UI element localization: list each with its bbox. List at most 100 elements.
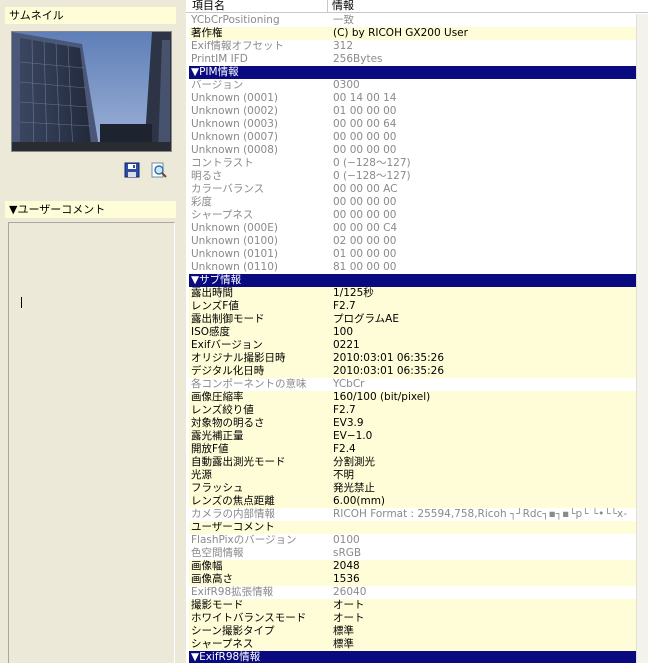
table-row[interactable]: 彩度 00 00 00 00: [189, 196, 636, 209]
table-row[interactable]: シーン撮影タイプ 標準: [189, 625, 636, 638]
row-name: 著作権: [191, 27, 223, 39]
table-row[interactable]: カメラの内部情報 RICOH Format : 25594,758,Ricoh ┐…: [189, 508, 636, 521]
table-row[interactable]: 撮影モード オート: [189, 599, 636, 612]
row-name: 露出時間: [191, 287, 233, 299]
section-header-row[interactable]: ▼サブ情報: [189, 274, 636, 287]
table-row[interactable]: Unknown (0110) 81 00 00 00: [189, 261, 636, 274]
table-row[interactable]: Unknown (0002) 01 00 00 00: [189, 105, 636, 118]
row-value: RICOH Format : 25594,758,Ricoh ┐┘Rdc┐▪┐▪…: [333, 508, 628, 520]
row-name: 彩度: [191, 196, 212, 208]
row-name: レンズの焦点距離: [191, 495, 275, 507]
row-name: Unknown (0007): [191, 131, 278, 143]
table-row[interactable]: デジタル化日時 2010:03:01 06:35:26: [189, 365, 636, 378]
table-row[interactable]: Unknown (0101) 01 00 00 00: [189, 248, 636, 261]
table-row[interactable]: Exifバージョン 0221: [189, 339, 636, 352]
preview-button[interactable]: [151, 162, 167, 178]
table-row[interactable]: コントラスト 0 (−128〜127): [189, 157, 636, 170]
section-header-row[interactable]: ▼ExifR98情報: [189, 651, 636, 663]
table-row[interactable]: フラッシュ 発光禁止: [189, 482, 636, 495]
table-row[interactable]: バージョン 0300: [189, 79, 636, 92]
row-name: オリジナル撮影日時: [191, 352, 286, 364]
column-divider[interactable]: [327, 0, 328, 13]
row-value: 00 00 00 AC: [333, 183, 398, 195]
row-value: オート: [333, 612, 365, 624]
row-name: Unknown (0002): [191, 105, 278, 117]
table-row[interactable]: PrintIM IFD 256Bytes: [189, 53, 636, 66]
row-name: ▼PIM情報: [191, 66, 239, 78]
row-value: 00 00 00 C4: [333, 222, 398, 234]
table-row[interactable]: 画像圧縮率 160/100 (bit/pixel): [189, 391, 636, 404]
table-row[interactable]: Unknown (0100) 02 00 00 00: [189, 235, 636, 248]
vertical-scrollbar[interactable]: [636, 14, 648, 663]
row-name: 画像幅: [191, 560, 223, 572]
table-row[interactable]: 自動露出測光モード 分割測光: [189, 456, 636, 469]
table-row[interactable]: FlashPixのバージョン 0100: [189, 534, 636, 547]
table-row[interactable]: Exif情報オフセット 312: [189, 40, 636, 53]
table-row[interactable]: 画像幅 2048: [189, 560, 636, 573]
table-row[interactable]: 各コンポーネントの意味 YCbCr: [189, 378, 636, 391]
section-header-row[interactable]: ▼PIM情報: [189, 66, 636, 79]
row-value: 標準: [333, 638, 354, 650]
row-name: 明るさ: [191, 170, 223, 182]
column-header-name[interactable]: 項目名: [192, 0, 225, 12]
table-row[interactable]: Unknown (0001) 00 14 00 14: [189, 92, 636, 105]
row-name: Unknown (000E): [191, 222, 278, 234]
table-row[interactable]: オリジナル撮影日時 2010:03:01 06:35:26: [189, 352, 636, 365]
table-row[interactable]: 色空間情報 sRGB: [189, 547, 636, 560]
row-name: 撮影モード: [191, 599, 244, 611]
table-row[interactable]: レンズの焦点距離 6.00(mm): [189, 495, 636, 508]
row-name: 対象物の明るさ: [191, 417, 265, 429]
table-row[interactable]: シャープネス 00 00 00 00: [189, 209, 636, 222]
table-row[interactable]: ホワイトバランスモード オート: [189, 612, 636, 625]
table-row[interactable]: Unknown (0007) 00 00 00 00: [189, 131, 636, 144]
row-name: 色空間情報: [191, 547, 244, 559]
table-row[interactable]: 露出時間 1/125秒: [189, 287, 636, 300]
table-row[interactable]: 画像高さ 1536: [189, 573, 636, 586]
row-value: EV−1.0: [333, 430, 373, 442]
table-row[interactable]: シャープネス 標準: [189, 638, 636, 651]
table-row[interactable]: Unknown (000E) 00 00 00 C4: [189, 222, 636, 235]
table-row[interactable]: 著作権 (C) by RICOH GX200 User: [189, 27, 636, 40]
row-name: Unknown (0008): [191, 144, 278, 156]
floppy-disk-icon: [124, 162, 140, 178]
row-name: Exif情報オフセット: [191, 40, 284, 52]
row-value: F2.7: [333, 300, 356, 312]
table-row[interactable]: 明るさ 0 (−128〜127): [189, 170, 636, 183]
row-value: 0100: [333, 534, 360, 546]
row-value: YCbCr: [333, 378, 365, 390]
table-row[interactable]: Unknown (0008) 00 00 00 00: [189, 144, 636, 157]
row-value: 0 (−128〜127): [333, 157, 411, 169]
row-name: 露出制御モード: [191, 313, 265, 325]
save-button[interactable]: [124, 162, 140, 178]
thumbnail-header: サムネイル: [5, 7, 176, 24]
row-name: PrintIM IFD: [191, 53, 248, 65]
table-row[interactable]: 露光補正量 EV−1.0: [189, 430, 636, 443]
table-header: 項目名 情報: [186, 0, 648, 13]
text-caret: [21, 297, 22, 308]
table-row[interactable]: Unknown (0003) 00 00 00 64: [189, 118, 636, 131]
table-row[interactable]: レンズF値 F2.7: [189, 300, 636, 313]
column-header-info[interactable]: 情報: [332, 0, 354, 12]
table-row[interactable]: レンズ絞り値 F2.7: [189, 404, 636, 417]
row-value: 00 00 00 00: [333, 196, 397, 208]
table-row[interactable]: 露出制御モード プログラムAE: [189, 313, 636, 326]
table-row[interactable]: ユーザーコメント: [189, 521, 636, 534]
table-row[interactable]: カラーバランス 00 00 00 AC: [189, 183, 636, 196]
row-name: ユーザーコメント: [191, 521, 275, 533]
user-comment-textarea[interactable]: [8, 222, 175, 663]
row-name: ExifR98拡張情報: [191, 586, 274, 598]
magnifier-page-icon: [151, 162, 167, 178]
row-value: 2010:03:01 06:35:26: [333, 352, 445, 364]
table-row[interactable]: 光源 不明: [189, 469, 636, 482]
row-name: YCbCrPositioning: [191, 14, 280, 26]
row-value: 0 (−128〜127): [333, 170, 411, 182]
table-row[interactable]: YCbCrPositioning 一致: [189, 14, 636, 27]
row-value: 01 00 00 00: [333, 248, 397, 260]
table-row[interactable]: 対象物の明るさ EV3.9: [189, 417, 636, 430]
table-row[interactable]: 開放F値 F2.4: [189, 443, 636, 456]
table-row[interactable]: ExifR98拡張情報 26040: [189, 586, 636, 599]
row-name: シャープネス: [191, 209, 254, 221]
row-value: 81 00 00 00: [333, 261, 397, 273]
row-value: 2048: [333, 560, 360, 572]
table-row[interactable]: ISO感度 100: [189, 326, 636, 339]
